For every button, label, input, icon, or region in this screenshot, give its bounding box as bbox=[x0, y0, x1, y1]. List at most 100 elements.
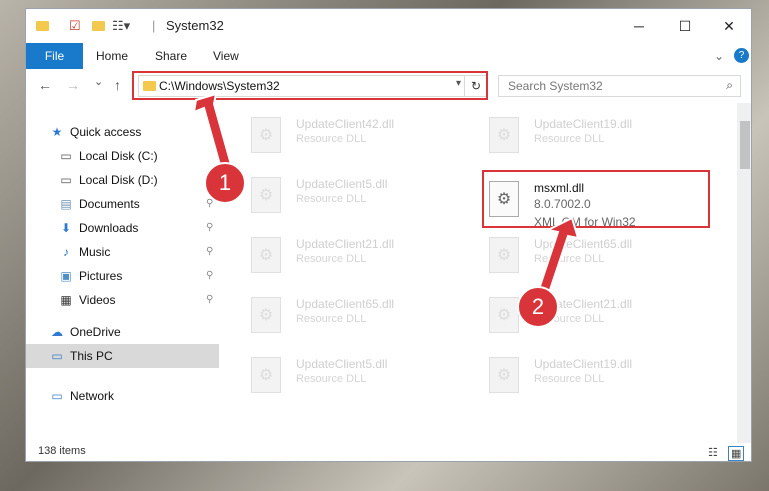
sidebar-item-documents[interactable]: ▤ Documents bbox=[59, 193, 139, 215]
dll-gear-icon: ⚙ bbox=[489, 297, 519, 333]
dll-gear-icon: ⚙ bbox=[251, 357, 281, 393]
back-arrow-icon[interactable]: ← bbox=[38, 77, 52, 93]
window-title: System32 bbox=[166, 18, 224, 33]
file-list: ⚙ UpdateClient42.dll Resource DLL ⚙ UpdateCl… bbox=[221, 103, 736, 443]
file-item[interactable]: ⚙ UpdateClient5.dll Resource DLL bbox=[221, 351, 441, 401]
file-type: Resource DLL bbox=[296, 253, 367, 265]
sidebar-item-label: Local Disk (D:) bbox=[79, 173, 158, 187]
sidebar-item-label: Quick access bbox=[70, 125, 142, 139]
dll-gear-icon: ⚙ bbox=[251, 237, 281, 273]
file-item[interactable]: ⚙ UpdateClient21.dll Resource DLL bbox=[459, 291, 679, 341]
file-type: Resource DLL bbox=[296, 313, 367, 325]
scrollbar-thumb[interactable] bbox=[740, 121, 750, 169]
file-name: UpdateClient21.dll bbox=[296, 237, 395, 251]
file-name: UpdateClient5.dll bbox=[296, 177, 388, 191]
recent-locations-icon[interactable]: ⌄ bbox=[94, 75, 103, 88]
dll-gear-icon: ⚙ bbox=[489, 117, 519, 153]
sidebar-item-pictures[interactable]: ▣ Pictures bbox=[59, 265, 122, 287]
file-item[interactable]: ⚙ UpdateClient5.dll Resource DLL bbox=[221, 171, 441, 221]
sidebar-item-quick-access[interactable]: ★ Quick access bbox=[50, 121, 142, 143]
cloud-icon: ☁ bbox=[51, 325, 63, 339]
file-type: Resource DLL bbox=[534, 253, 605, 265]
pin-icon[interactable]: ⚲ bbox=[206, 222, 213, 233]
vertical-scrollbar[interactable] bbox=[737, 103, 751, 443]
tab-view[interactable]: View bbox=[213, 43, 239, 69]
file-item[interactable]: ⚙ UpdateClient21.dll Resource DLL bbox=[221, 231, 441, 281]
dll-gear-icon: ⚙ bbox=[251, 177, 281, 213]
tab-home[interactable]: Home bbox=[96, 43, 128, 69]
customize-icon[interactable]: ☷▾ bbox=[112, 18, 130, 34]
sidebar-item-label: Network bbox=[70, 389, 115, 403]
dll-gear-icon: ⚙ bbox=[251, 117, 281, 153]
dll-gear-icon: ⚙ bbox=[489, 357, 519, 393]
sidebar-item-label: Local Disk (C:) bbox=[79, 149, 158, 163]
sidebar-item-label: Videos bbox=[79, 293, 116, 307]
film-icon: ▦ bbox=[60, 293, 72, 307]
large-icons-view-icon[interactable]: ▦ bbox=[728, 446, 745, 461]
drive-icon: ▭ bbox=[60, 173, 72, 187]
file-type: Resource DLL bbox=[296, 133, 367, 145]
folder-icon[interactable] bbox=[36, 21, 49, 31]
sidebar-item-downloads[interactable]: ⬇ Downloads bbox=[59, 217, 138, 239]
details-view-icon[interactable]: ☷ bbox=[708, 446, 718, 459]
pictures-icon: ▣ bbox=[60, 269, 72, 283]
file-item[interactable]: ⚙ UpdateClient19.dll Resource DLL bbox=[459, 111, 679, 161]
sidebar-item-network[interactable]: ▭ Network bbox=[50, 385, 114, 407]
step-2-badge: 2 bbox=[517, 286, 559, 328]
maximize-button[interactable]: ☐ bbox=[662, 9, 708, 43]
tab-share[interactable]: Share bbox=[155, 43, 187, 69]
separator: | bbox=[152, 18, 156, 33]
properties-check-icon[interactable]: ☑ bbox=[69, 18, 81, 34]
computer-icon: ▭ bbox=[51, 349, 63, 363]
up-arrow-icon[interactable]: ↑ bbox=[114, 77, 121, 93]
sidebar-item-videos[interactable]: ▦ Videos bbox=[59, 289, 115, 311]
file-item[interactable]: ⚙ UpdateClient19.dll Resource DLL bbox=[459, 351, 679, 401]
help-icon[interactable]: ? bbox=[734, 48, 749, 63]
music-note-icon: ♪ bbox=[63, 245, 69, 259]
network-icon: ▭ bbox=[51, 389, 63, 403]
ribbon-tabs: File Home Share View ⌄ ? bbox=[26, 43, 751, 70]
sidebar-item-local-disk-d[interactable]: ▭ Local Disk (D:) bbox=[59, 169, 158, 191]
tab-file[interactable]: File bbox=[26, 43, 83, 69]
search-placeholder: Search System32 bbox=[508, 79, 603, 93]
file-item[interactable]: ⚙ UpdateClient65.dll Resource DLL bbox=[221, 291, 441, 341]
item-count: 138 items bbox=[38, 445, 86, 457]
sidebar-item-this-pc[interactable]: ▭ This PC bbox=[50, 345, 112, 367]
sidebar-item-local-disk-c[interactable]: ▭ Local Disk (C:) bbox=[59, 145, 158, 167]
file-item[interactable]: ⚙ UpdateClient65.dll Resource DLL bbox=[459, 231, 679, 281]
dll-gear-icon: ⚙ bbox=[251, 297, 281, 333]
file-type: Resource DLL bbox=[534, 133, 605, 145]
chevron-down-icon[interactable]: ⌄ bbox=[714, 43, 724, 69]
search-input[interactable]: Search System32 ⌕ bbox=[498, 75, 741, 97]
pin-icon[interactable]: ⚲ bbox=[206, 270, 213, 281]
sidebar-item-label: Music bbox=[79, 245, 111, 259]
step-1-badge: 1 bbox=[204, 162, 246, 204]
sidebar-item-onedrive[interactable]: ☁ OneDrive bbox=[50, 321, 121, 343]
sidebar-item-label: Pictures bbox=[79, 269, 123, 283]
status-bar: 138 items ☷ ▦ bbox=[26, 443, 751, 461]
file-type: Resource DLL bbox=[534, 373, 605, 385]
minimize-button[interactable]: ─ bbox=[616, 9, 662, 43]
file-name: UpdateClient19.dll bbox=[534, 357, 633, 371]
navigation-pane: ★ Quick access ▭ Local Disk (C:) ▭ Local Disk… bbox=[26, 103, 219, 443]
file-item[interactable]: ⚙ UpdateClient42.dll Resource DLL bbox=[221, 111, 441, 161]
sidebar-item-music[interactable]: ♪ Music bbox=[59, 241, 110, 263]
file-type: Resource DLL bbox=[296, 193, 367, 205]
new-folder-icon[interactable] bbox=[92, 21, 105, 31]
close-button[interactable]: ✕ bbox=[706, 9, 751, 43]
file-name: UpdateClient65.dll bbox=[534, 237, 633, 251]
address-highlight-box bbox=[132, 71, 488, 100]
sidebar-item-label: Downloads bbox=[79, 221, 139, 235]
pin-icon[interactable]: ⚲ bbox=[206, 246, 213, 257]
forward-arrow-icon[interactable]: → bbox=[66, 77, 80, 93]
file-name: UpdateClient19.dll bbox=[534, 117, 633, 131]
file-name: UpdateClient65.dll bbox=[296, 297, 395, 311]
drive-icon: ▭ bbox=[60, 149, 72, 163]
sidebar-item-label: OneDrive bbox=[70, 325, 121, 339]
pin-icon[interactable]: ⚲ bbox=[206, 294, 213, 305]
title-bar: ☑ ☷▾ | System32 ─ ☐ ✕ bbox=[26, 9, 751, 43]
star-icon: ★ bbox=[51, 125, 63, 139]
search-icon: ⌕ bbox=[726, 78, 733, 92]
file-type: Resource DLL bbox=[296, 373, 367, 385]
dll-gear-icon: ⚙ bbox=[489, 237, 519, 273]
